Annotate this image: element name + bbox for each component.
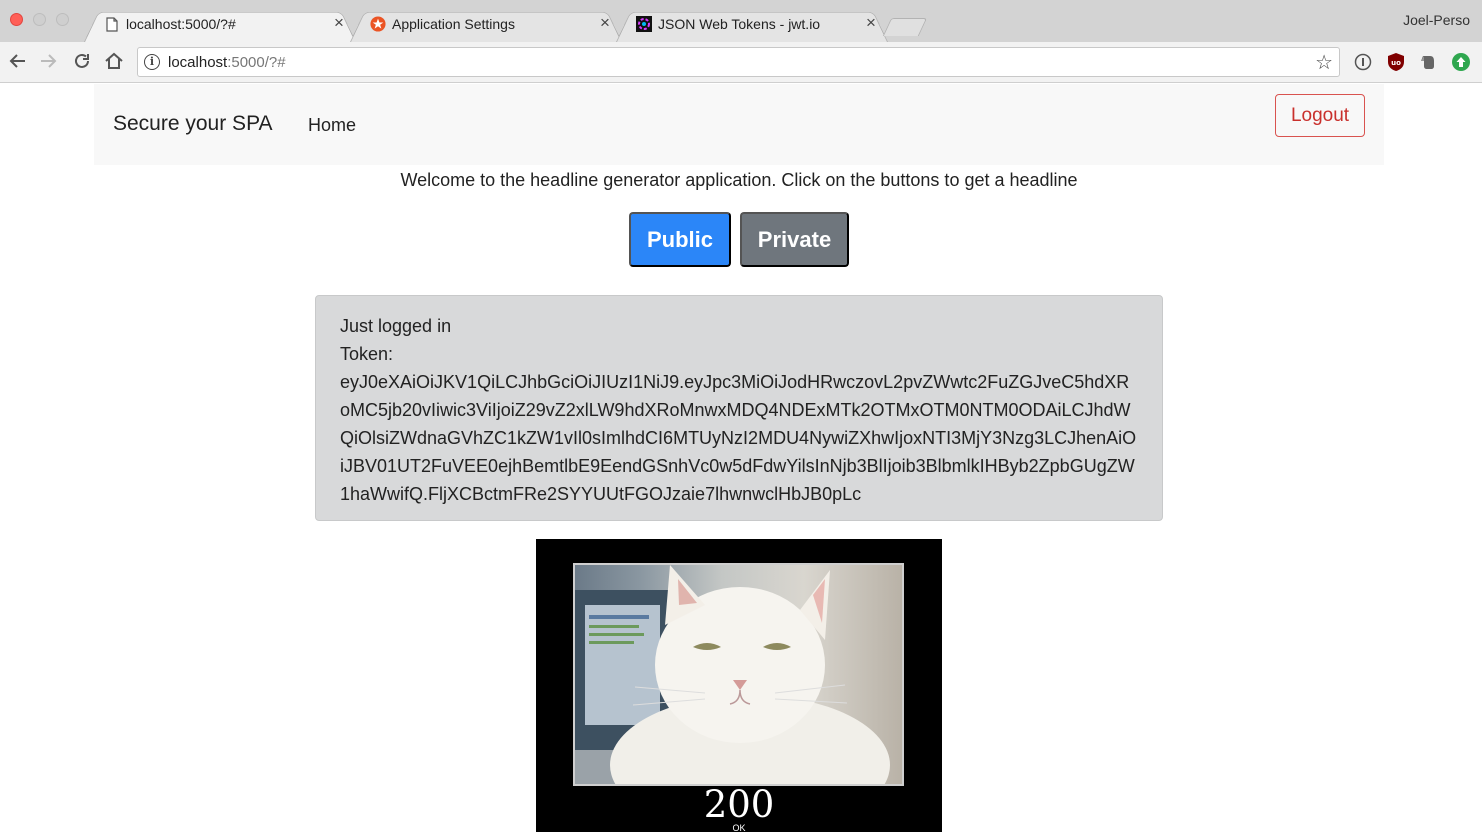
nav-home-link[interactable]: Home: [308, 115, 356, 136]
maximize-window-button[interactable]: [56, 13, 69, 26]
browser-toolbar: i localhost:5000/?# ☆ uo: [0, 42, 1482, 83]
token-label: Token:: [340, 344, 394, 364]
logout-button[interactable]: Logout: [1275, 94, 1365, 137]
status-text: Just logged in: [340, 316, 452, 336]
tab-application-settings[interactable]: Application Settings ×: [350, 8, 622, 42]
headline-image: 200 OK: [536, 539, 942, 832]
tab-title: localhost:5000/?#: [126, 16, 236, 32]
tab-localhost[interactable]: localhost:5000/?# ×: [84, 8, 356, 42]
tab-strip: localhost:5000/?# × Application Settings…: [0, 0, 1482, 42]
password-manager-icon[interactable]: [1353, 52, 1373, 72]
tab-title: JSON Web Tokens - jwt.io: [658, 16, 821, 32]
tab-title: Application Settings: [392, 16, 515, 32]
home-icon[interactable]: [102, 49, 126, 73]
profile-name[interactable]: Joel-Perso: [1403, 12, 1470, 28]
close-tab-icon[interactable]: ×: [330, 13, 348, 33]
back-arrow-icon[interactable]: [5, 49, 29, 73]
navbar: Secure your SPA Home Logout: [94, 84, 1384, 165]
svg-text:uo: uo: [1391, 59, 1401, 67]
public-button[interactable]: Public: [629, 212, 731, 267]
site-info-icon[interactable]: i: [144, 54, 160, 70]
token-panel: Just logged in Token: eyJ0eXAiOiJKV1QiLC…: [315, 295, 1163, 521]
forward-arrow-icon[interactable]: [37, 49, 61, 73]
brand-link[interactable]: Secure your SPA: [113, 112, 273, 136]
bookmark-star-icon[interactable]: ☆: [1315, 50, 1333, 75]
ublock-icon[interactable]: uo: [1386, 52, 1406, 72]
page-viewport: Secure your SPA Home Logout Welcome to t…: [0, 84, 1482, 832]
meme-caption: 200: [703, 783, 775, 826]
tab-jwt-io[interactable]: JSON Web Tokens - jwt.io ×: [616, 8, 888, 42]
page-icon: [104, 16, 120, 32]
close-tab-icon[interactable]: ×: [596, 13, 614, 33]
update-icon[interactable]: [1451, 52, 1471, 72]
new-tab-button[interactable]: [882, 18, 928, 36]
jwt-icon: [636, 16, 652, 32]
cat-photo: [573, 563, 904, 786]
auth0-icon: [370, 16, 386, 32]
minimize-window-button[interactable]: [33, 13, 46, 26]
token-value: eyJ0eXAiOiJKV1QiLCJhbGciOiJIUzI1NiJ9.eyJ…: [340, 372, 1137, 504]
address-bar[interactable]: i localhost:5000/?# ☆: [137, 47, 1340, 77]
close-tab-icon[interactable]: ×: [862, 13, 880, 33]
private-button[interactable]: Private: [740, 212, 849, 267]
close-window-button[interactable]: [10, 13, 23, 26]
evernote-icon[interactable]: [1418, 52, 1438, 72]
meme-subcaption: OK: [732, 823, 746, 832]
url-text[interactable]: localhost:5000/?#: [168, 54, 286, 71]
welcome-text: Welcome to the headline generator applic…: [400, 170, 1078, 190]
reload-icon[interactable]: [70, 49, 94, 73]
